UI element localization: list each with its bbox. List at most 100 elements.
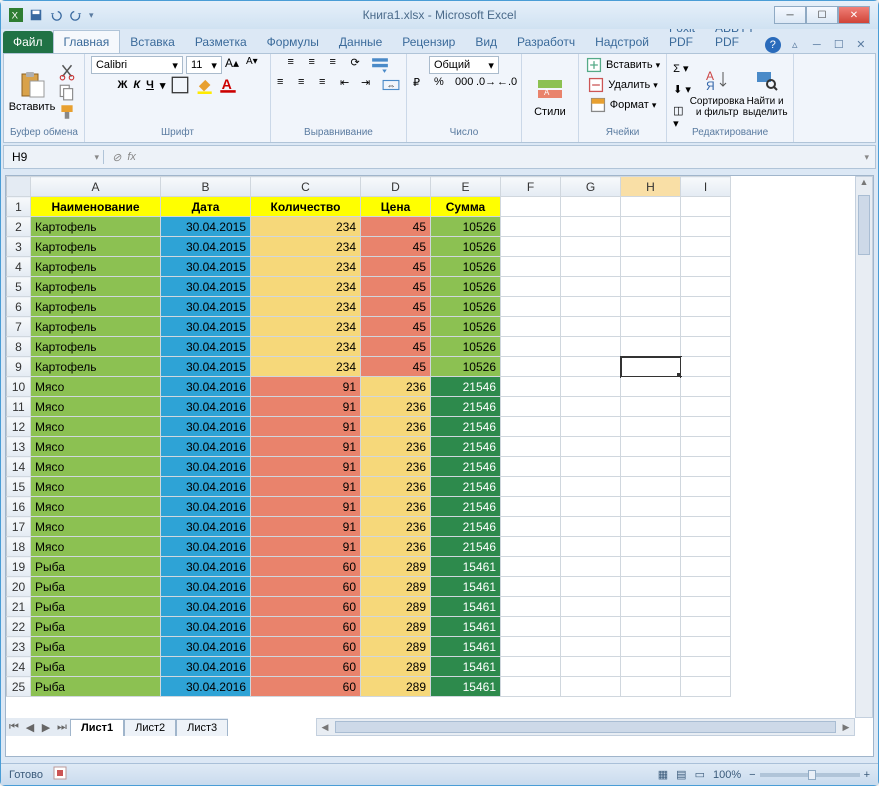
cell[interactable] [501,537,561,557]
cell[interactable]: Мясо [31,537,161,557]
cell[interactable] [621,677,681,697]
close-button[interactable]: ✕ [838,6,870,24]
cell[interactable] [681,277,731,297]
cell[interactable] [501,577,561,597]
spreadsheet-grid[interactable]: ABCDEFGHI1НаименованиеДатаКоличествоЦена… [6,176,731,697]
cell[interactable] [561,557,621,577]
cell[interactable]: Рыба [31,597,161,617]
cell[interactable] [501,477,561,497]
cell[interactable] [681,477,731,497]
cell[interactable]: 45 [361,237,431,257]
qat-dropdown-icon[interactable]: ▾ [89,10,94,21]
cell[interactable]: Мясо [31,377,161,397]
cell[interactable] [501,557,561,577]
cell[interactable]: Картофель [31,337,161,357]
cell[interactable]: 289 [361,637,431,657]
fx-button[interactable]: ⊘fx [104,151,144,164]
save-icon[interactable] [29,8,43,22]
cell[interactable] [501,417,561,437]
cell[interactable]: 30.04.2015 [161,357,251,377]
row-header-13[interactable]: 13 [7,437,31,457]
cell[interactable]: 60 [251,677,361,697]
cell[interactable]: Мясо [31,457,161,477]
row-header-19[interactable]: 19 [7,557,31,577]
col-header-E[interactable]: E [431,177,501,197]
cell[interactable]: 30.04.2016 [161,537,251,557]
cell[interactable]: 60 [251,557,361,577]
cell[interactable]: 30.04.2015 [161,217,251,237]
cell[interactable] [501,397,561,417]
cell[interactable] [681,317,731,337]
zoom-slider[interactable] [760,773,860,777]
col-header-F[interactable]: F [501,177,561,197]
cell[interactable] [501,657,561,677]
font-name-combo[interactable]: Calibri▾ [91,56,183,74]
cell[interactable] [561,397,621,417]
cell[interactable]: 30.04.2016 [161,497,251,517]
col-header-G[interactable]: G [561,177,621,197]
cell[interactable] [561,517,621,537]
cell[interactable]: 30.04.2015 [161,237,251,257]
doc-min-icon[interactable]: ─ [809,37,825,53]
cell[interactable]: 15461 [431,677,501,697]
cell[interactable]: 236 [361,377,431,397]
cell[interactable]: Мясо [31,397,161,417]
row-header-6[interactable]: 6 [7,297,31,317]
table-header[interactable]: Наименование [31,197,161,217]
cell[interactable] [681,677,731,697]
cell[interactable]: 289 [361,657,431,677]
cell[interactable]: 30.04.2015 [161,297,251,317]
view-layout-icon[interactable]: ▤ [676,768,686,781]
col-header-B[interactable]: B [161,177,251,197]
cell[interactable]: 15461 [431,597,501,617]
cell[interactable] [681,297,731,317]
cell[interactable] [561,457,621,477]
cell[interactable] [561,497,621,517]
border-icon[interactable] [171,76,189,94]
insert-cells-button[interactable]: Вставить▾ [585,56,660,74]
cell[interactable] [561,297,621,317]
dec-decimal-icon[interactable]: ←.0 [497,76,515,94]
cell[interactable] [621,557,681,577]
table-header[interactable]: Дата [161,197,251,217]
cell[interactable] [501,337,561,357]
cell[interactable]: Мясо [31,517,161,537]
tab-Данные[interactable]: Данные [329,31,392,53]
cell[interactable] [501,517,561,537]
minimize-button[interactable]: ─ [774,6,806,24]
cell[interactable]: 30.04.2015 [161,277,251,297]
table-header[interactable]: Цена [361,197,431,217]
cell[interactable]: 30.04.2016 [161,377,251,397]
maximize-button[interactable]: ☐ [806,6,838,24]
cell[interactable]: 60 [251,637,361,657]
align-bot-icon[interactable]: ≡ [329,56,347,74]
row-header-1[interactable]: 1 [7,197,31,217]
cell[interactable]: Картофель [31,357,161,377]
cell[interactable]: 234 [251,217,361,237]
cell[interactable]: 91 [251,537,361,557]
cell[interactable] [621,657,681,677]
cell[interactable] [681,337,731,357]
table-header[interactable]: Количество [251,197,361,217]
cell[interactable]: 21546 [431,457,501,477]
cell[interactable]: 234 [251,237,361,257]
cell[interactable]: 91 [251,517,361,537]
min-ribbon-icon[interactable]: ▵ [787,37,803,53]
cell[interactable]: 10526 [431,317,501,337]
view-pagebreak-icon[interactable]: ▭ [695,768,705,781]
cell[interactable]: 234 [251,297,361,317]
tab-Вставка[interactable]: Вставка [120,31,185,53]
cell[interactable]: 234 [251,277,361,297]
cell[interactable] [501,617,561,637]
cell[interactable]: 10526 [431,337,501,357]
cell[interactable] [561,577,621,597]
merge-icon[interactable]: ⇔ [382,76,400,94]
row-header-10[interactable]: 10 [7,377,31,397]
font-color-icon[interactable]: A [219,76,237,94]
cell[interactable]: 236 [361,397,431,417]
cell[interactable] [681,457,731,477]
format-painter-icon[interactable] [58,103,76,121]
cell[interactable]: 289 [361,557,431,577]
sheet-tab-Лист1[interactable]: Лист1 [70,719,124,736]
italic-button[interactable]: К [133,79,140,91]
